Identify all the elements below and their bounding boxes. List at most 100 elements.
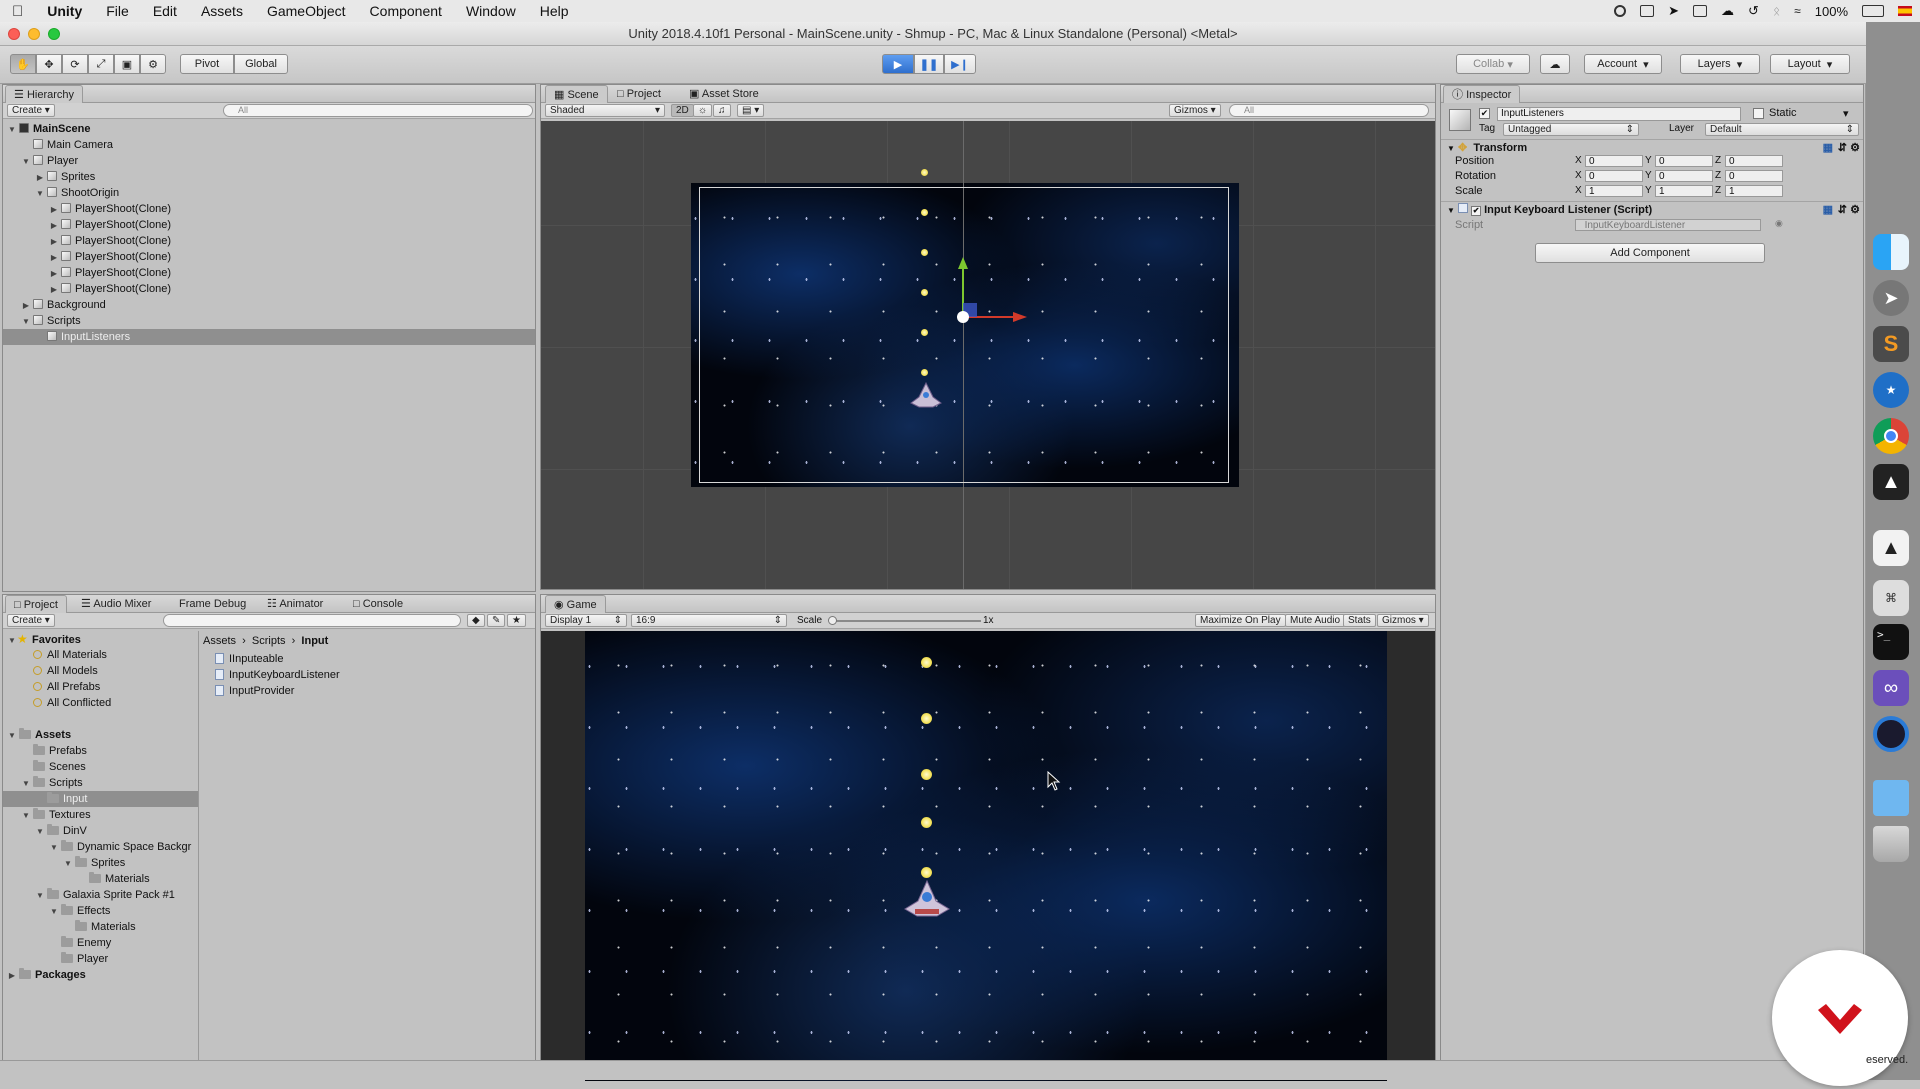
tab-animator[interactable]: ☷ Animator [259,595,331,613]
menu-unity[interactable]: Unity [35,3,94,19]
transform-y-field[interactable]: 0 [1655,155,1713,167]
foldout-arrow-icon[interactable]: ▶ [7,968,17,984]
bluetooth-icon[interactable]: ᛟ [1773,4,1780,18]
preset-icon[interactable]: ⇵ [1838,202,1847,218]
hand-tool-button[interactable]: ✋ [10,54,36,74]
lighting-toggle[interactable]: ☼ [693,104,713,117]
game-gizmos-dropdown[interactable]: Gizmos ▾ [1377,614,1429,627]
layers-dropdown[interactable]: Layers ▾ [1680,54,1760,74]
preset-icon[interactable]: ⇵ [1838,140,1847,156]
tree-item[interactable]: ▼ Player [3,153,535,169]
trash-icon[interactable] [1873,826,1909,862]
move-tool-button[interactable]: ✥ [36,54,62,74]
scene-search-input[interactable]: All [1229,104,1429,117]
foldout-arrow-icon[interactable]: ▶ [49,234,59,250]
unity-hub-icon[interactable]: ▲ [1873,464,1909,500]
transform-z-field[interactable]: 0 [1725,155,1783,167]
tree-item[interactable]: Main Camera [3,137,535,153]
foldout-arrow-icon[interactable]: ▼ [35,824,45,840]
tab-frame-debug[interactable]: Frame Debug [171,595,254,613]
transform-y-field[interactable]: 1 [1655,185,1713,197]
scale-slider[interactable] [828,616,981,625]
pivot-toggle[interactable]: Pivot [180,54,234,74]
tag-dropdown[interactable]: Untagged ⇕ [1503,123,1639,136]
record-icon[interactable] [1614,5,1627,17]
menu-component[interactable]: Component [358,3,454,19]
component-enabled-checkbox[interactable]: ✔ [1471,206,1482,216]
foldout-arrow-icon[interactable]: ▼ [21,154,31,170]
breadcrumb-scripts[interactable]: Scripts [252,635,286,647]
pause-button[interactable]: ❚❚ [914,54,944,74]
downloads-folder-icon[interactable] [1873,780,1909,816]
rect-tool-button[interactable]: ▣ [114,54,140,74]
tab-console[interactable]: □ Console [345,595,411,613]
help-icon[interactable]: ▦ [1823,202,1833,218]
scale-tool-button[interactable]: ⤢ [88,54,114,74]
tree-item[interactable]: Scenes [3,759,198,775]
game-view[interactable] [541,631,1435,1081]
sublime-icon[interactable]: S [1873,326,1909,362]
scene-player-ship[interactable] [909,381,943,409]
tree-item[interactable]: ▼ MainScene [3,121,535,137]
wifi-icon[interactable]: ≈ [1794,4,1801,18]
tree-item[interactable]: All Models [3,663,198,679]
active-checkbox[interactable]: ✔ [1479,108,1490,119]
tree-item[interactable]: Materials [3,871,198,887]
terminal-icon[interactable]: >_ [1873,624,1909,660]
tree-item[interactable]: Input [3,791,198,807]
finder-icon[interactable] [1873,234,1909,270]
tree-item[interactable]: ▶ Packages [3,967,198,983]
tree-item[interactable]: Materials [3,919,198,935]
foldout-arrow-icon[interactable]: ▶ [49,250,59,266]
rotate-tool-button[interactable]: ⟳ [62,54,88,74]
minimize-window-button[interactable] [28,28,40,40]
tab-project-scene[interactable]: □ Project [609,85,669,103]
menu-file[interactable]: File [94,3,141,19]
object-picker-icon[interactable]: ◉ [1775,218,1783,229]
tree-item[interactable]: All Prefabs [3,679,198,695]
tree-item[interactable]: ▼ Scripts [3,313,535,329]
menu-edit[interactable]: Edit [141,3,189,19]
visual-studio-icon[interactable]: ∞ [1873,670,1909,706]
audio-toggle[interactable]: ♫ [713,104,731,117]
foldout-arrow-icon[interactable]: ▼ [49,904,59,920]
tree-item[interactable]: ▶ Sprites [3,169,535,185]
display-dropdown[interactable]: Display 1 ⇕ [545,614,627,627]
collab-dropdown[interactable]: Collab ▾ [1456,54,1530,74]
transform-z-field[interactable]: 0 [1725,170,1783,182]
script-component-header[interactable]: ▼ ✔ Input Keyboard Listener (Script) ▦ ⇵… [1441,201,1863,217]
favorite-button[interactable]: ★ [507,614,526,627]
screenshot-icon[interactable] [1640,5,1655,17]
cloud-button[interactable]: ☁ [1540,54,1570,74]
transform-x-field[interactable]: 0 [1585,155,1643,167]
tree-item[interactable]: ▼ Textures [3,807,198,823]
cloud-icon[interactable]: ☁ [1721,3,1734,19]
tab-inspector[interactable]: ⓘ Inspector [1443,85,1521,103]
static-checkbox[interactable] [1753,108,1764,119]
launchpad-icon[interactable]: ➤ [1873,280,1909,316]
tab-audio-mixer[interactable]: ☰ Audio Mixer [73,595,159,613]
foldout-arrow-icon[interactable]: ▶ [49,218,59,234]
tree-item[interactable]: All Conflicted [3,695,198,711]
tree-item[interactable]: Prefabs [3,743,198,759]
tree-item[interactable]: ▼ Effects [3,903,198,919]
tree-item[interactable]: ▶ PlayerShoot(Clone) [3,217,535,233]
foldout-arrow-icon[interactable]: ▶ [49,202,59,218]
tab-hierarchy[interactable]: ☰ Hierarchy [5,85,84,103]
time-machine-icon[interactable]: ↺ [1748,3,1759,19]
game-render[interactable] [585,631,1387,1081]
foldout-arrow-icon[interactable]: ▼ [63,856,73,872]
transform-x-field[interactable]: 0 [1585,170,1643,182]
tree-item[interactable]: ▼ Scripts [3,775,198,791]
filter-type-button[interactable]: ◆ [467,614,485,627]
transform-header[interactable]: ▼ ✥ Transform ▦ ⇵ ⚙ [1441,139,1863,155]
play-button[interactable]: ▶ [882,54,914,74]
static-dropdown-arrow[interactable]: ▾ [1843,107,1849,120]
keyboard-app-icon[interactable]: ⌘ [1873,580,1909,616]
tree-item[interactable]: ▼ ShootOrigin [3,185,535,201]
tree-item[interactable]: ▶ PlayerShoot(Clone) [3,249,535,265]
shading-dropdown[interactable]: Shaded ▾ [545,104,665,117]
move-gizmo[interactable] [941,257,1031,333]
foldout-arrow-icon[interactable]: ▶ [35,170,45,186]
account-dropdown[interactable]: Account ▾ [1584,54,1662,74]
